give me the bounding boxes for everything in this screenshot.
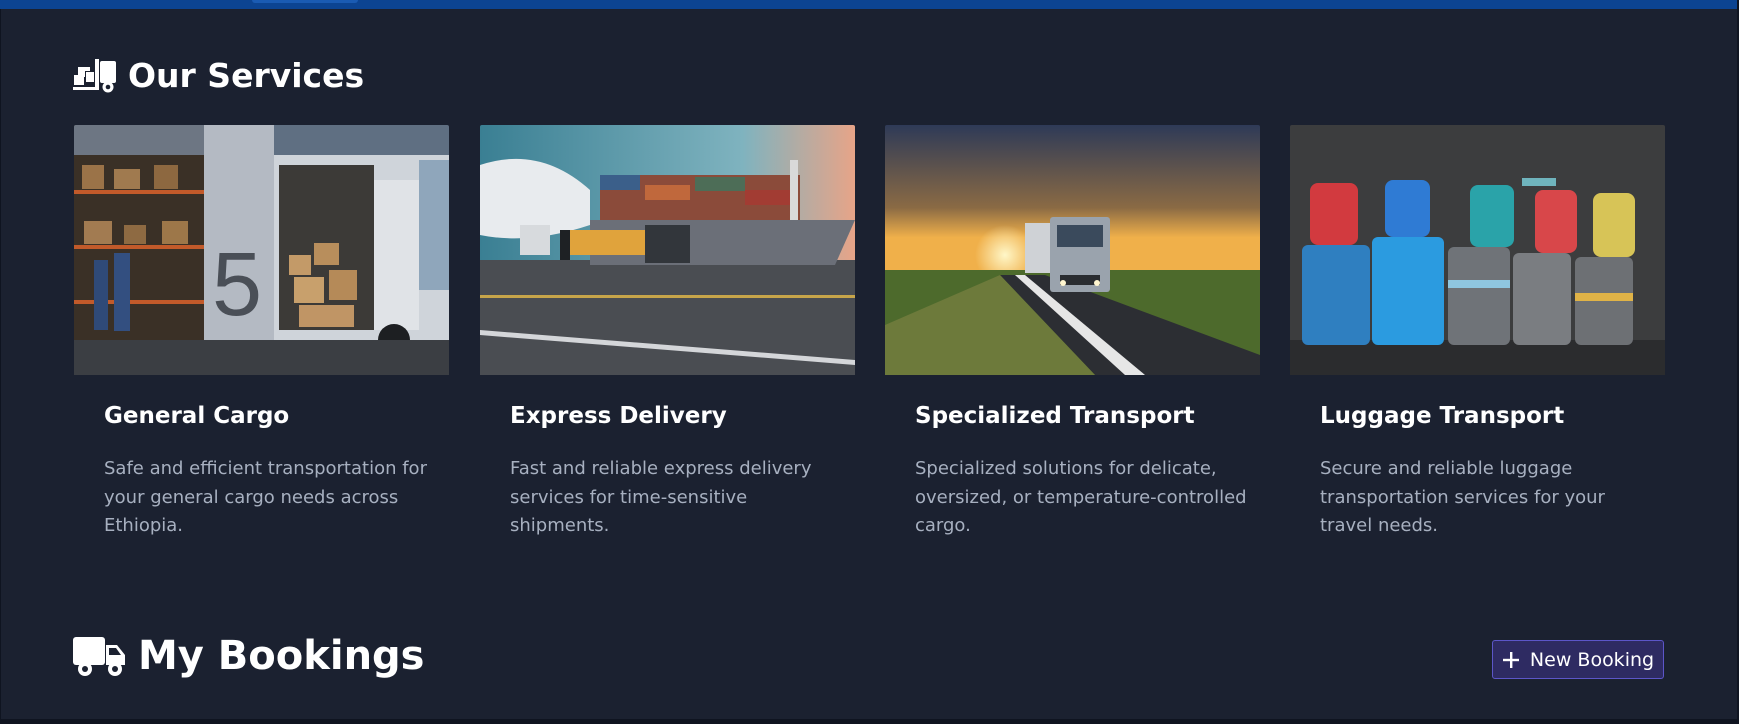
svg-text:5: 5 [212,235,262,335]
service-card-luggage-transport[interactable]: Luggage Transport Secure and reliable lu… [1290,125,1665,545]
delivery-van-warehouse-image: 5 [74,125,449,375]
plus-icon [1502,651,1519,668]
service-card-title: Express Delivery [510,403,727,429]
bookings-title: My Bookings [138,633,425,679]
airplane-cargo-ship-truck-image [480,125,855,375]
service-card-description: Secure and reliable luggage transportati… [1320,458,1605,536]
window-left-border [0,9,1,724]
new-booking-label: New Booking [1529,648,1655,671]
service-card-general-cargo[interactable]: 5 General Cargo Safe and efficient trans… [74,125,449,545]
bookings-heading: My Bookings [73,630,424,682]
services-heading: Our Services [73,52,364,98]
service-card-description: Fast and reliable express delivery servi… [510,458,812,536]
active-nav-tab-indicator[interactable] [252,0,358,3]
service-card-specialized-transport[interactable]: Specialized Transport Specialized soluti… [885,125,1260,545]
top-nav-bar [0,0,1739,9]
hand-truck-boxes-icon [73,59,116,93]
service-card-description: Safe and efficient transportation for yo… [104,458,427,536]
service-card-title: General Cargo [104,403,290,429]
truck-sunset-highway-image [885,125,1260,375]
services-title: Our Services [128,55,365,95]
truck-icon [73,637,125,676]
service-card-description: Specialized solutions for delicate, over… [915,458,1247,536]
service-card-title: Specialized Transport [915,403,1195,429]
service-card-title: Luggage Transport [1320,403,1565,429]
suitcases-backpacks-image [1290,125,1665,375]
new-booking-button[interactable]: New Booking [1492,640,1664,679]
window-bottom-border [0,719,1739,724]
service-card-express-delivery[interactable]: Express Delivery Fast and reliable expre… [480,125,855,545]
